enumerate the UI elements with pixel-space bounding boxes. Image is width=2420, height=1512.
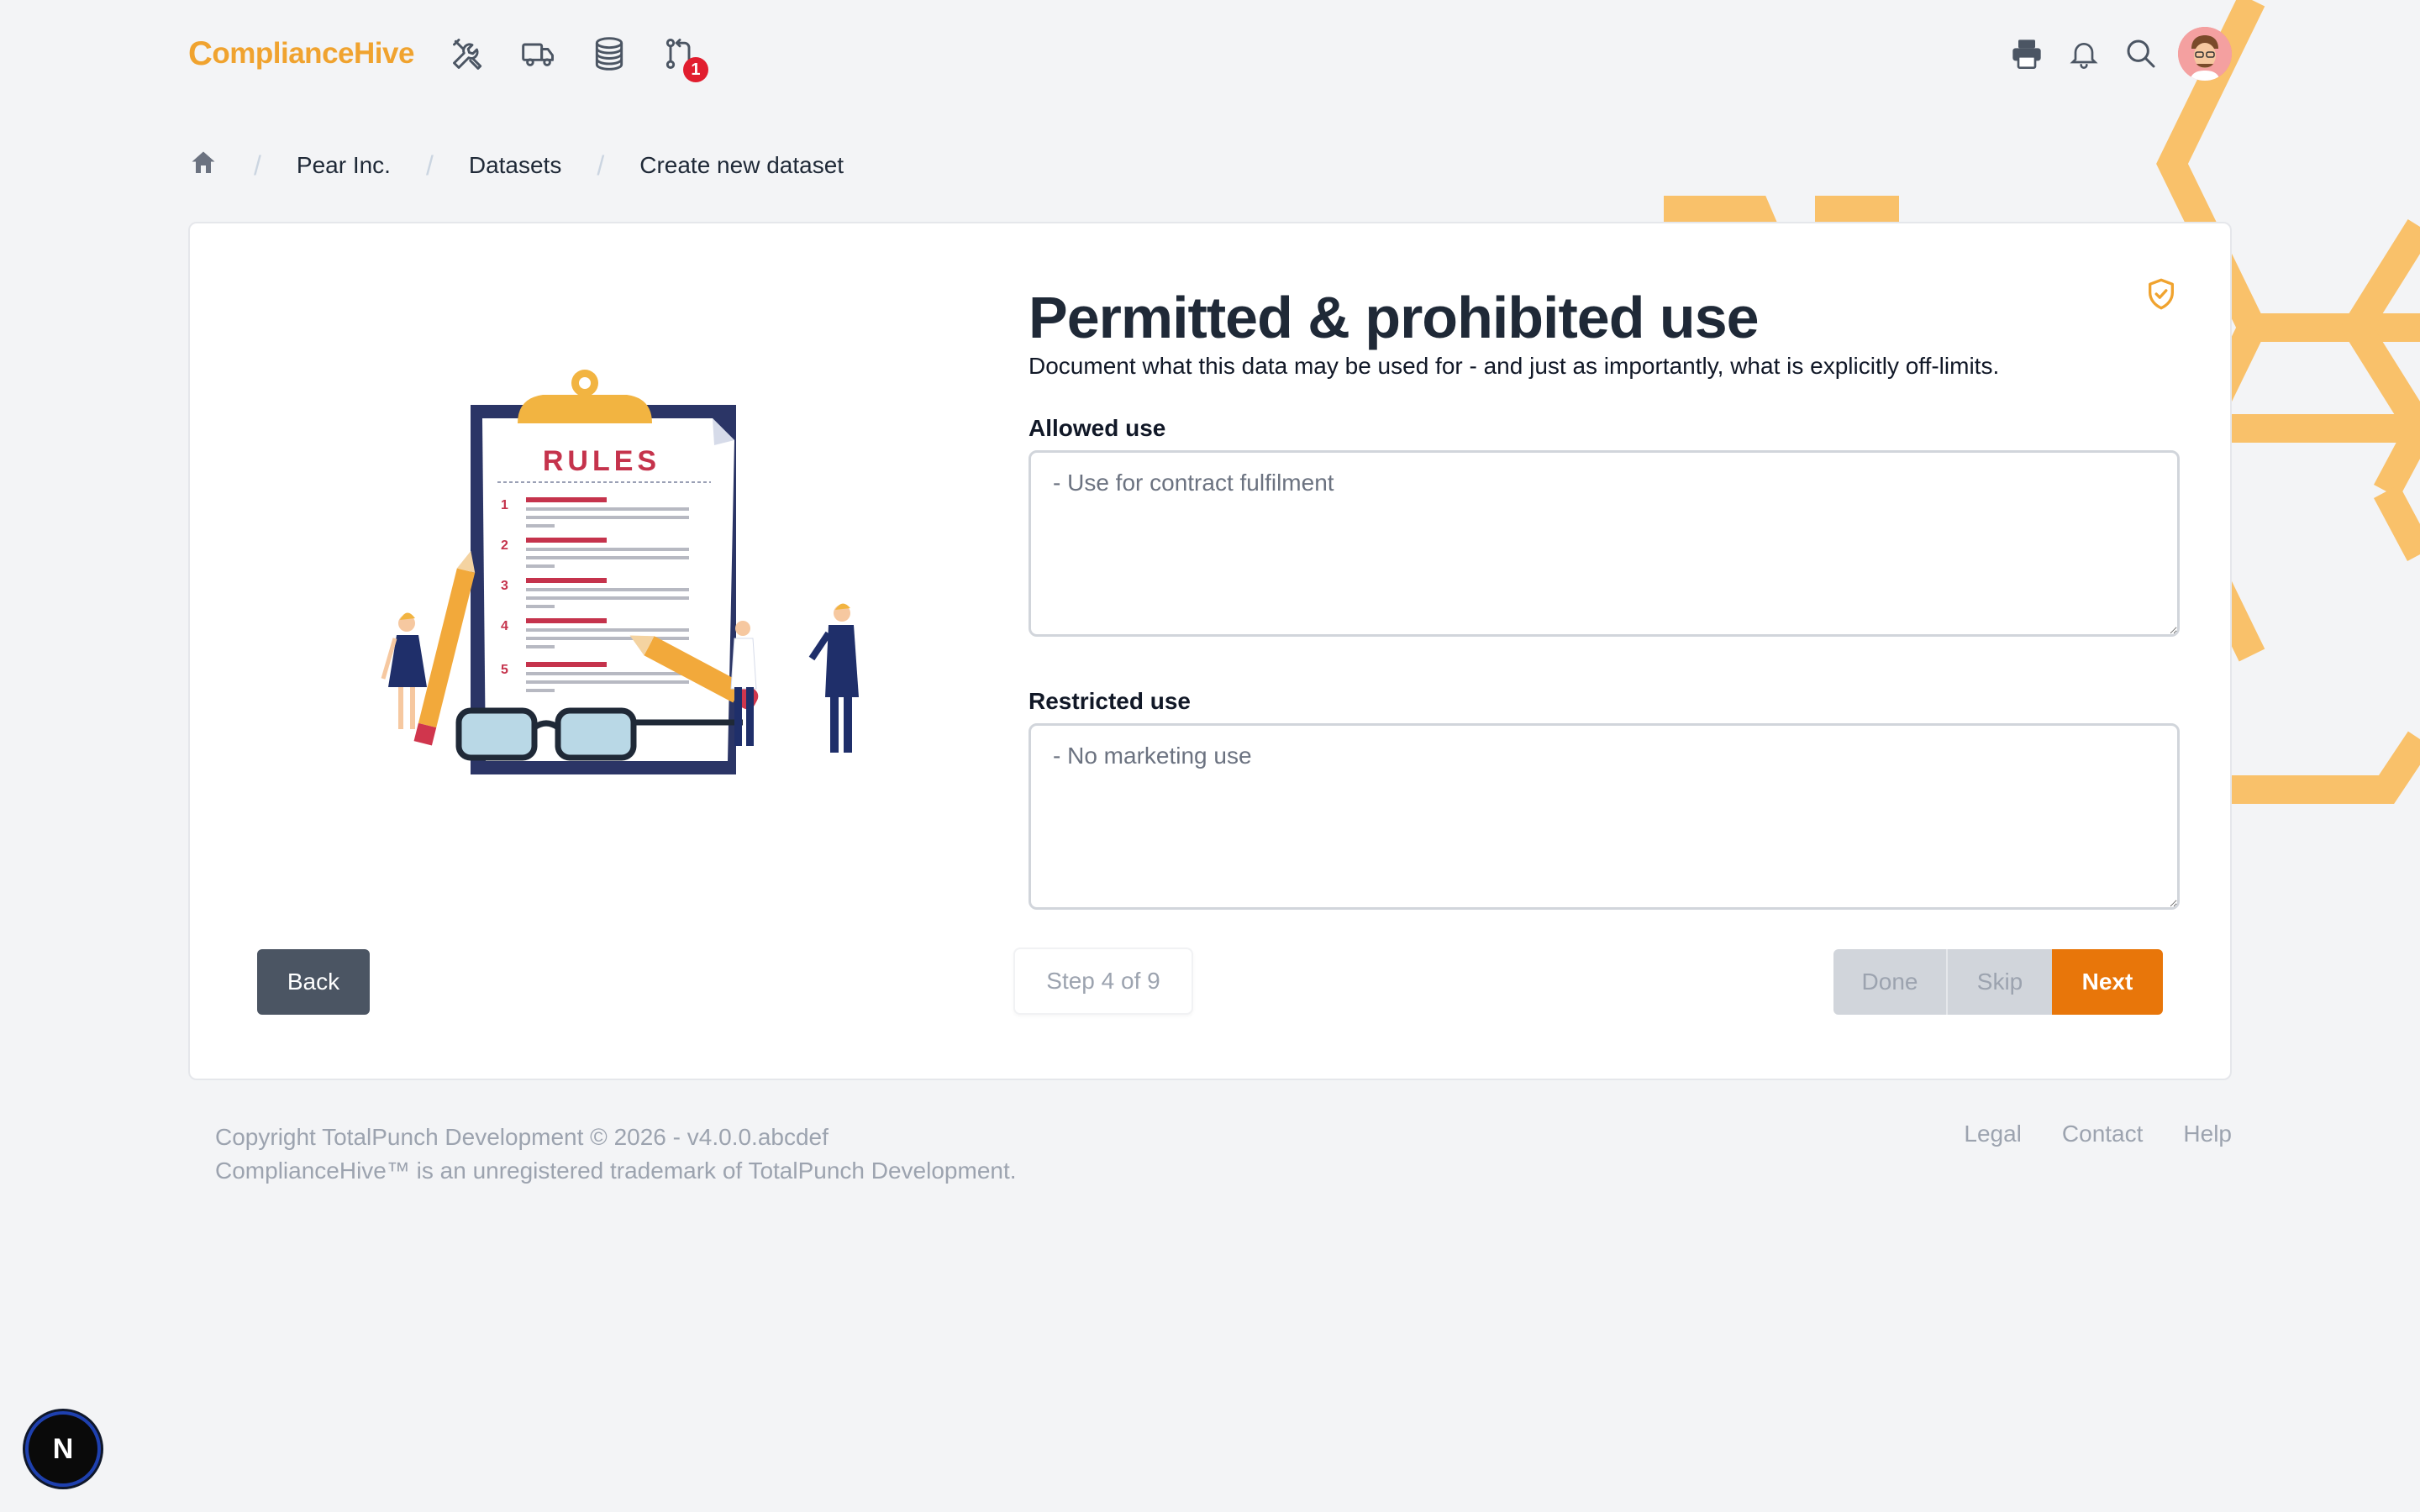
user-actions [2007,27,2232,81]
page-subtitle: Document what this data may be used for … [1028,353,2000,379]
next-button[interactable]: Next [2052,949,2163,1015]
back-button[interactable]: Back [257,949,370,1015]
breadcrumb-separator: / [597,150,605,181]
form-content: Permitted & prohibited use Document what… [1028,274,2180,914]
rule-number: 1 [501,498,508,512]
wizard-action-group: Done Skip Next [1833,949,2163,1015]
page-title: Permitted & prohibited use [1028,285,1760,350]
breadcrumb-separator: / [254,150,261,181]
pull-request-icon[interactable]: 1 [660,34,708,82]
database-icon[interactable] [589,34,629,74]
breadcrumb: / Pear Inc. / Datasets / Create new data… [188,144,844,186]
done-button[interactable]: Done [1833,949,1948,1015]
breadcrumb-separator: / [425,150,434,181]
notification-badge: 1 [682,57,708,82]
contact-link[interactable]: Contact [2062,1121,2144,1147]
top-navbar: ComplianceHive 1 [188,25,2232,82]
breadcrumb-item-organization[interactable]: Pear Inc. [297,152,391,179]
breadcrumb-item-datasets[interactable]: Datasets [469,152,562,179]
dev-tools-badge[interactable]: N [25,1411,101,1487]
page-footer: Copyright TotalPunch Development © 2026 … [215,1121,2232,1188]
rule-number: 4 [501,619,508,633]
tools-icon[interactable] [448,34,488,74]
rule-number: 2 [501,538,508,553]
avatar-face-icon [2178,27,2232,81]
wizard-card: RULES 1 2 3 4 5 Permitted & prohibited u… [188,222,2232,1080]
help-link[interactable]: Help [2183,1121,2232,1147]
rule-number: 5 [501,663,508,677]
trademark-text: ComplianceHive™ is an unregistered trade… [215,1158,1017,1184]
copyright-text: Copyright TotalPunch Development © 2026 … [215,1124,829,1150]
step-indicator: Step 4 of 9 [1013,948,1193,1015]
illustration-heading: RULES [543,445,660,477]
search-icon[interactable] [2121,34,2161,74]
app-logo[interactable]: ComplianceHive [188,35,414,73]
home-icon[interactable] [188,148,218,184]
rules-clipboard-illustration: RULES 1 2 3 4 5 [381,370,859,774]
footer-links: Legal Contact Help [1964,1121,2232,1147]
allowed-use-label: Allowed use [1028,415,1166,441]
rule-number: 3 [501,579,508,593]
printer-icon[interactable] [2007,34,2047,74]
allowed-use-textarea[interactable] [1028,450,2180,637]
legal-link[interactable]: Legal [1964,1121,2022,1147]
restricted-use-label: Restricted use [1028,688,1191,714]
bell-icon[interactable] [2064,34,2104,74]
logo-text: omplianceHive [212,37,414,70]
logo-initial: C [188,34,213,72]
main-nav: 1 [448,34,708,82]
restricted-use-textarea[interactable] [1028,723,2180,910]
skip-button[interactable]: Skip [1948,949,2052,1015]
avatar[interactable] [2178,27,2232,81]
truck-icon[interactable] [518,34,559,74]
breadcrumb-item-current: Create new dataset [639,152,844,178]
